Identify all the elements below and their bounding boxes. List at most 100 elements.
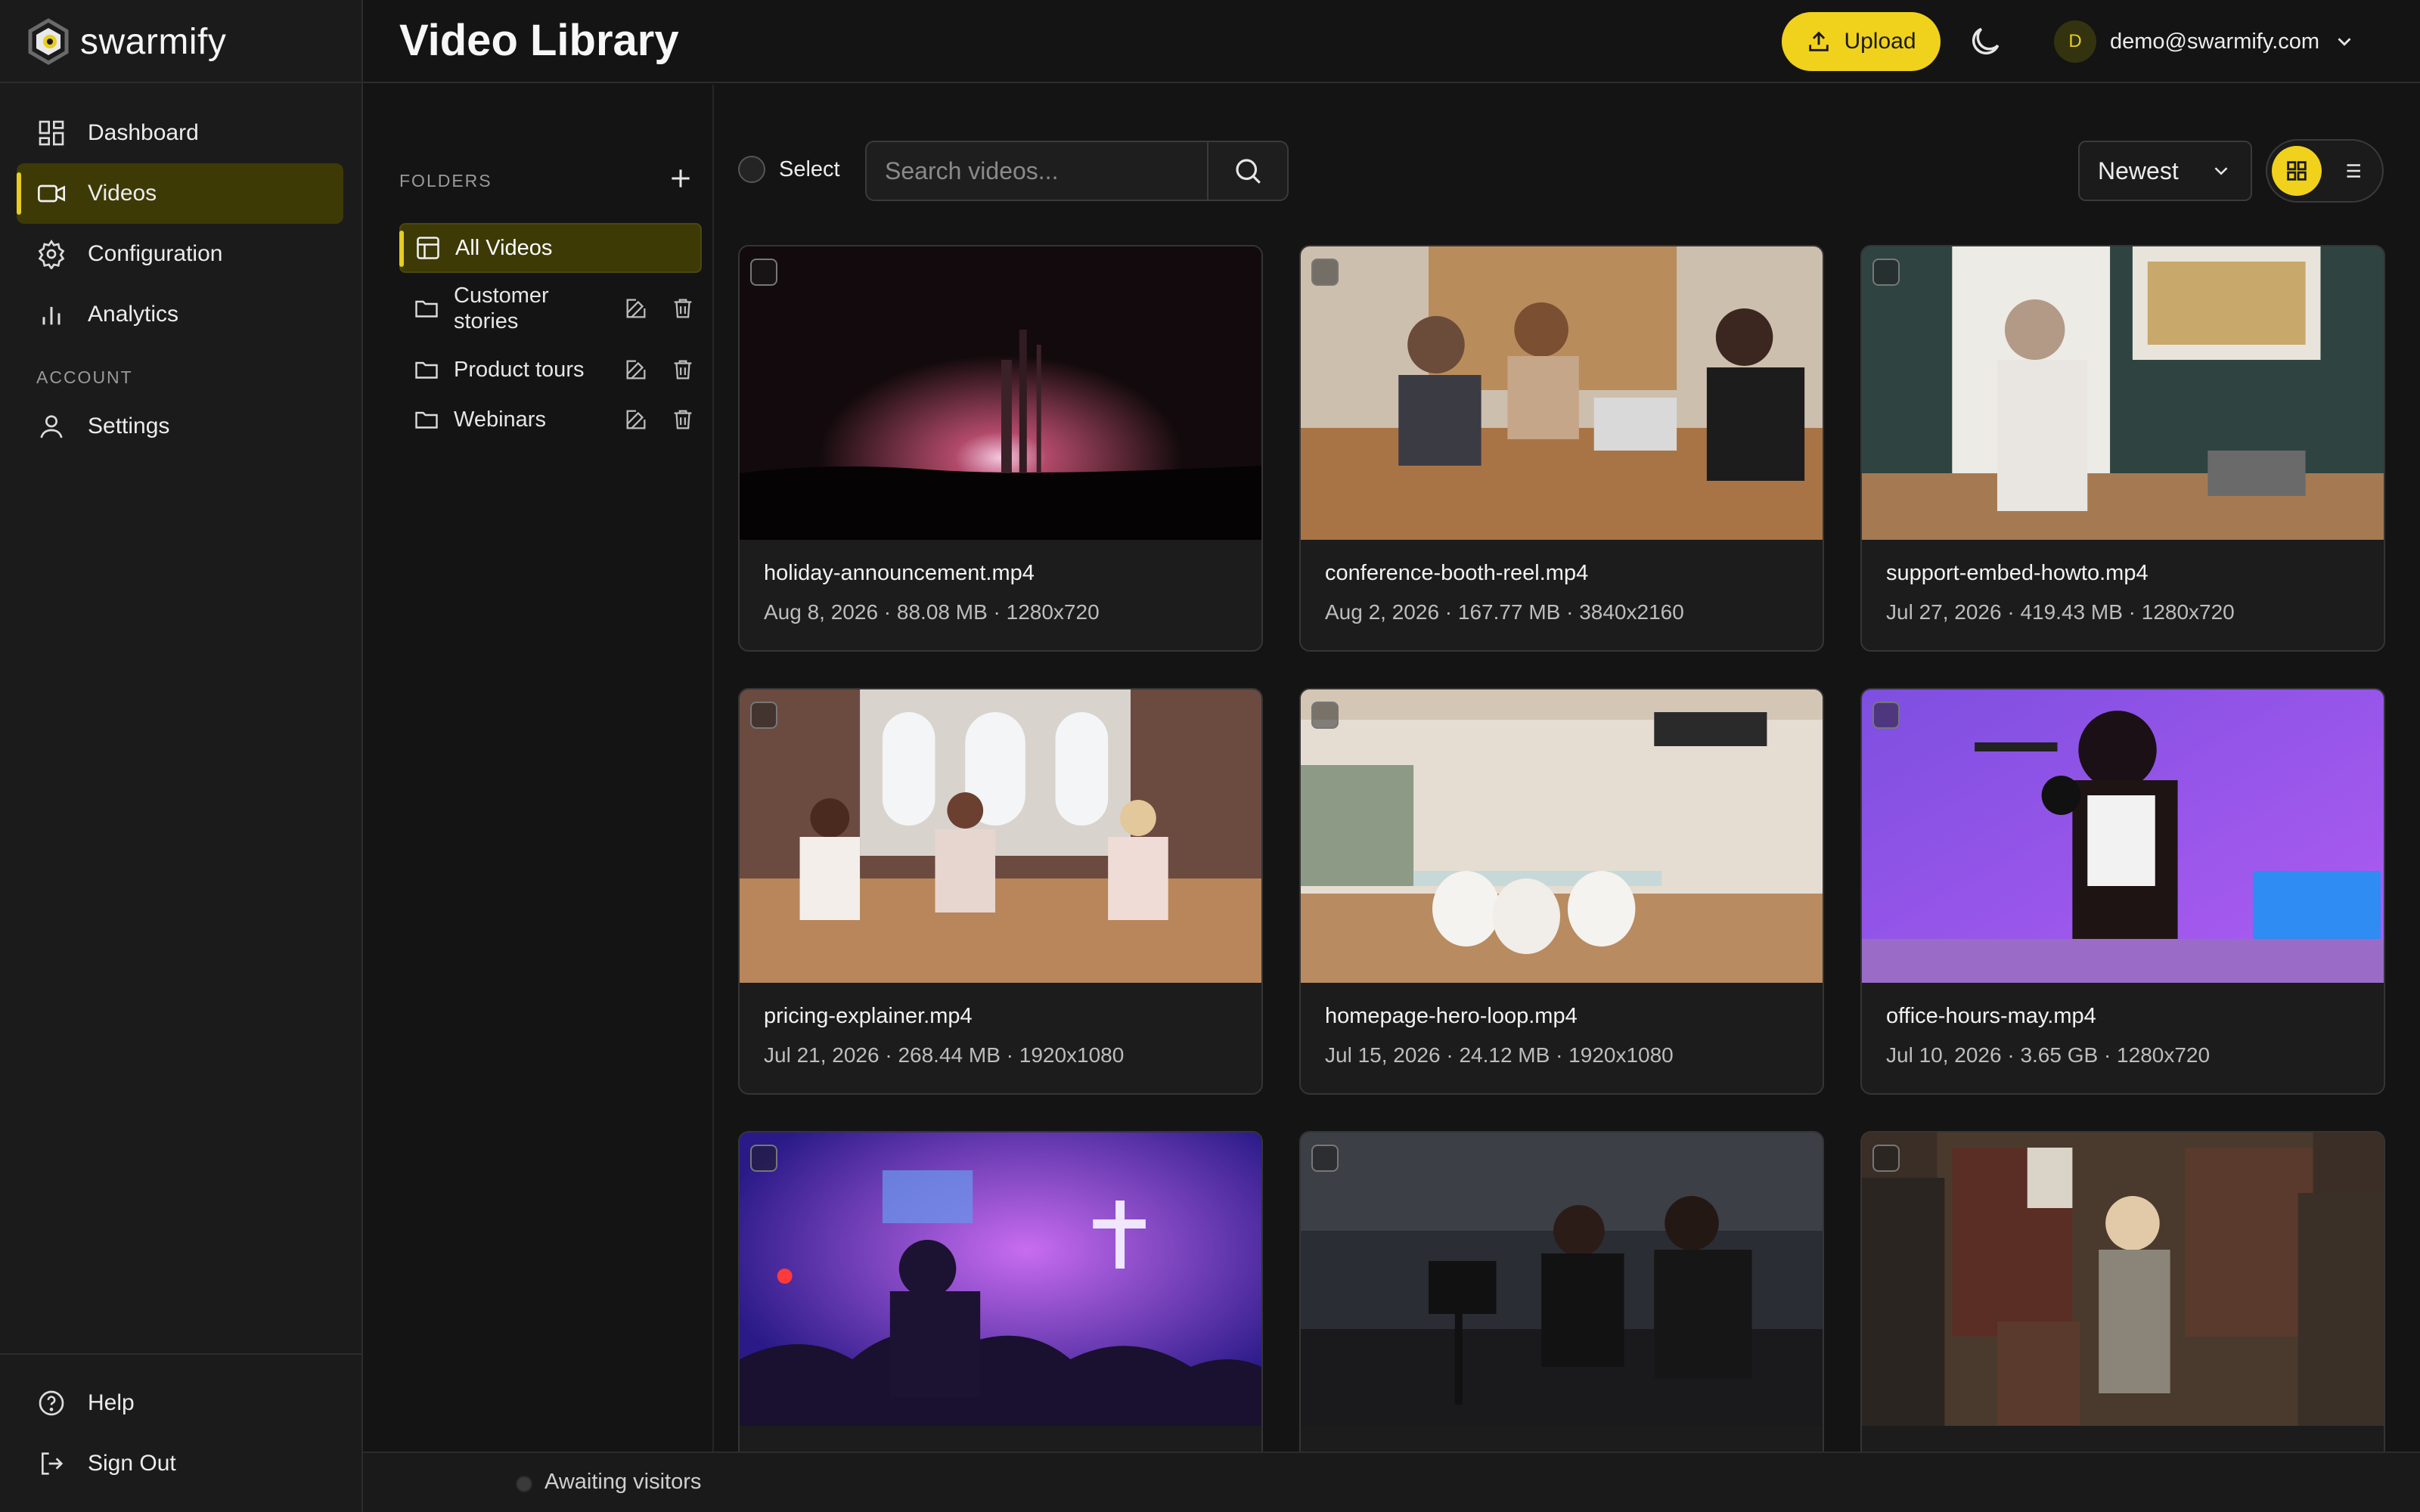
folder-icon <box>415 411 438 429</box>
video-card[interactable]: pricing-explainer.mp4 Jul 21, 2026 · 268… <box>738 688 1263 1095</box>
nav-item-videos[interactable]: Videos <box>17 163 343 224</box>
video-title: pricing-explainer.mp4 <box>764 1004 973 1028</box>
sidebar: swarmify Dashboard Videos Configuration … <box>0 0 363 1512</box>
folder-webinars[interactable]: Webinars <box>399 401 702 438</box>
video-title: homepage-hero-loop.mp4 <box>1325 1004 1578 1028</box>
upload-label: Upload <box>1844 29 1916 54</box>
chevron-down-icon <box>2338 38 2351 46</box>
folder-customer-stories[interactable]: Customer stories <box>399 280 702 337</box>
select-all[interactable]: Select <box>738 156 840 183</box>
video-thumbnail[interactable] <box>1301 246 1823 540</box>
nav-item-help[interactable]: Help <box>17 1373 343 1433</box>
sidebar-bottom-divider <box>0 1353 361 1355</box>
video-checkbox[interactable] <box>750 259 777 286</box>
logo[interactable]: swarmify <box>24 17 226 67</box>
video-thumbnail[interactable] <box>740 246 1261 540</box>
video-thumbnail[interactable] <box>1862 246 2384 540</box>
help-icon <box>39 1390 64 1416</box>
user-menu[interactable]: D demo@swarmify.com <box>2054 20 2356 64</box>
sort-value: Newest <box>2098 156 2179 184</box>
select-label: Select <box>779 156 840 181</box>
video-meta: Jul 27, 2026 · 419.43 MB · 1280x720 <box>1886 600 2235 624</box>
user-email: demo@swarmify.com <box>2110 29 2320 54</box>
video-checkbox[interactable] <box>1311 702 1339 729</box>
folder-name: Webinars <box>454 407 546 432</box>
video-thumbnail[interactable] <box>740 689 1261 983</box>
video-meta: Jul 21, 2026 · 268.44 MB · 1920x1080 <box>764 1043 1125 1067</box>
video-checkbox[interactable] <box>1311 1145 1339 1172</box>
nav-label: Analytics <box>88 302 179 327</box>
list-icon <box>2347 164 2360 178</box>
video-thumbnail[interactable] <box>740 1132 1261 1426</box>
nav-item-sign-out[interactable]: Sign Out <box>17 1433 343 1494</box>
swarmify-logo-icon <box>28 18 69 65</box>
folder-product-tours[interactable]: Product tours <box>399 351 702 389</box>
sidebar-header-divider <box>0 82 361 83</box>
search-input[interactable] <box>867 142 1207 200</box>
plus-icon <box>672 169 690 187</box>
video-title: office-hours-may.mp4 <box>1886 1004 2096 1028</box>
chevron-down-icon <box>2214 167 2228 175</box>
video-checkbox[interactable] <box>750 1145 777 1172</box>
add-folder-button[interactable] <box>666 163 696 194</box>
video-thumbnail[interactable] <box>1301 689 1823 983</box>
trash-icon[interactable] <box>670 357 696 383</box>
upload-button[interactable]: Upload <box>1782 12 1941 71</box>
folder-name: Customer stories <box>454 284 549 333</box>
trash-icon[interactable] <box>670 296 696 321</box>
nav-label: Videos <box>88 181 157 206</box>
video-thumbnail[interactable] <box>1301 1132 1823 1426</box>
trash-icon[interactable] <box>670 407 696 432</box>
video-card[interactable]: office-hours-may.mp4 Jul 10, 2026 · 3.65… <box>1860 688 2385 1095</box>
folder-name: Product tours <box>454 358 585 382</box>
folder-icon <box>415 361 438 379</box>
nav-item-settings[interactable]: Settings <box>17 396 343 457</box>
list-view-button[interactable] <box>2328 146 2378 196</box>
video-icon <box>38 184 65 203</box>
sort-select[interactable]: Newest <box>2078 141 2252 201</box>
nav-item-configuration[interactable]: Configuration <box>17 224 343 284</box>
video-checkbox[interactable] <box>1872 259 1900 286</box>
video-card[interactable]: homepage-hero-loop.mp4 Jul 15, 2026 · 24… <box>1299 688 1824 1095</box>
video-title: conference-booth-reel.mp4 <box>1325 561 1589 585</box>
status-bar: Awaiting visitors <box>363 1452 2420 1512</box>
search-box <box>865 141 1289 201</box>
video-card[interactable]: support-embed-howto.mp4 Jul 27, 2026 · 4… <box>1860 245 2385 652</box>
video-thumbnail[interactable] <box>1862 689 2384 983</box>
search-button[interactable] <box>1207 142 1287 200</box>
grid-icon <box>2287 161 2307 181</box>
edit-icon[interactable] <box>623 296 649 321</box>
video-thumbnail[interactable] <box>1862 1132 2384 1426</box>
folder-name: All Videos <box>455 236 553 260</box>
folder-all-videos[interactable]: All Videos <box>399 223 702 273</box>
nav-item-dashboard[interactable]: Dashboard <box>17 103 343 163</box>
video-meta: Aug 8, 2026 · 88.08 MB · 1280x720 <box>764 600 1100 624</box>
avatar: D <box>2054 20 2096 63</box>
top-header: Video Library Upload D demo@swarmify.com <box>363 0 2420 83</box>
logo-text: swarmify <box>80 21 227 62</box>
video-card[interactable]: conference-booth-reel.mp4 Aug 2, 2026 · … <box>1299 245 1824 652</box>
status-text: Awaiting visitors <box>544 1470 702 1494</box>
nav-item-analytics[interactable]: Analytics <box>17 284 343 345</box>
video-title: holiday-announcement.mp4 <box>764 561 1035 585</box>
video-card[interactable]: holiday-announcement.mp4 Aug 8, 2026 · 8… <box>738 245 1263 652</box>
grid-view-button[interactable] <box>2272 146 2322 196</box>
edit-icon[interactable] <box>623 407 649 432</box>
video-checkbox[interactable] <box>1311 259 1339 286</box>
nav-label: Help <box>88 1390 135 1415</box>
video-checkbox[interactable] <box>1872 702 1900 729</box>
bar-chart-icon <box>42 307 60 325</box>
edit-icon[interactable] <box>623 357 649 383</box>
status-indicator <box>516 1476 532 1492</box>
theme-toggle-button[interactable] <box>1966 23 2004 60</box>
nav-label: Sign Out <box>88 1451 176 1476</box>
video-checkbox[interactable] <box>1872 1145 1900 1172</box>
video-checkbox[interactable] <box>750 702 777 729</box>
gear-icon <box>38 239 65 269</box>
video-meta: Jul 15, 2026 · 24.12 MB · 1920x1080 <box>1325 1043 1674 1067</box>
select-all-checkbox[interactable] <box>738 156 765 183</box>
folders-label: FOLDERS <box>399 171 492 191</box>
video-title: support-embed-howto.mp4 <box>1886 561 2149 585</box>
dashboard-icon <box>39 120 64 146</box>
folder-icon <box>415 300 438 318</box>
